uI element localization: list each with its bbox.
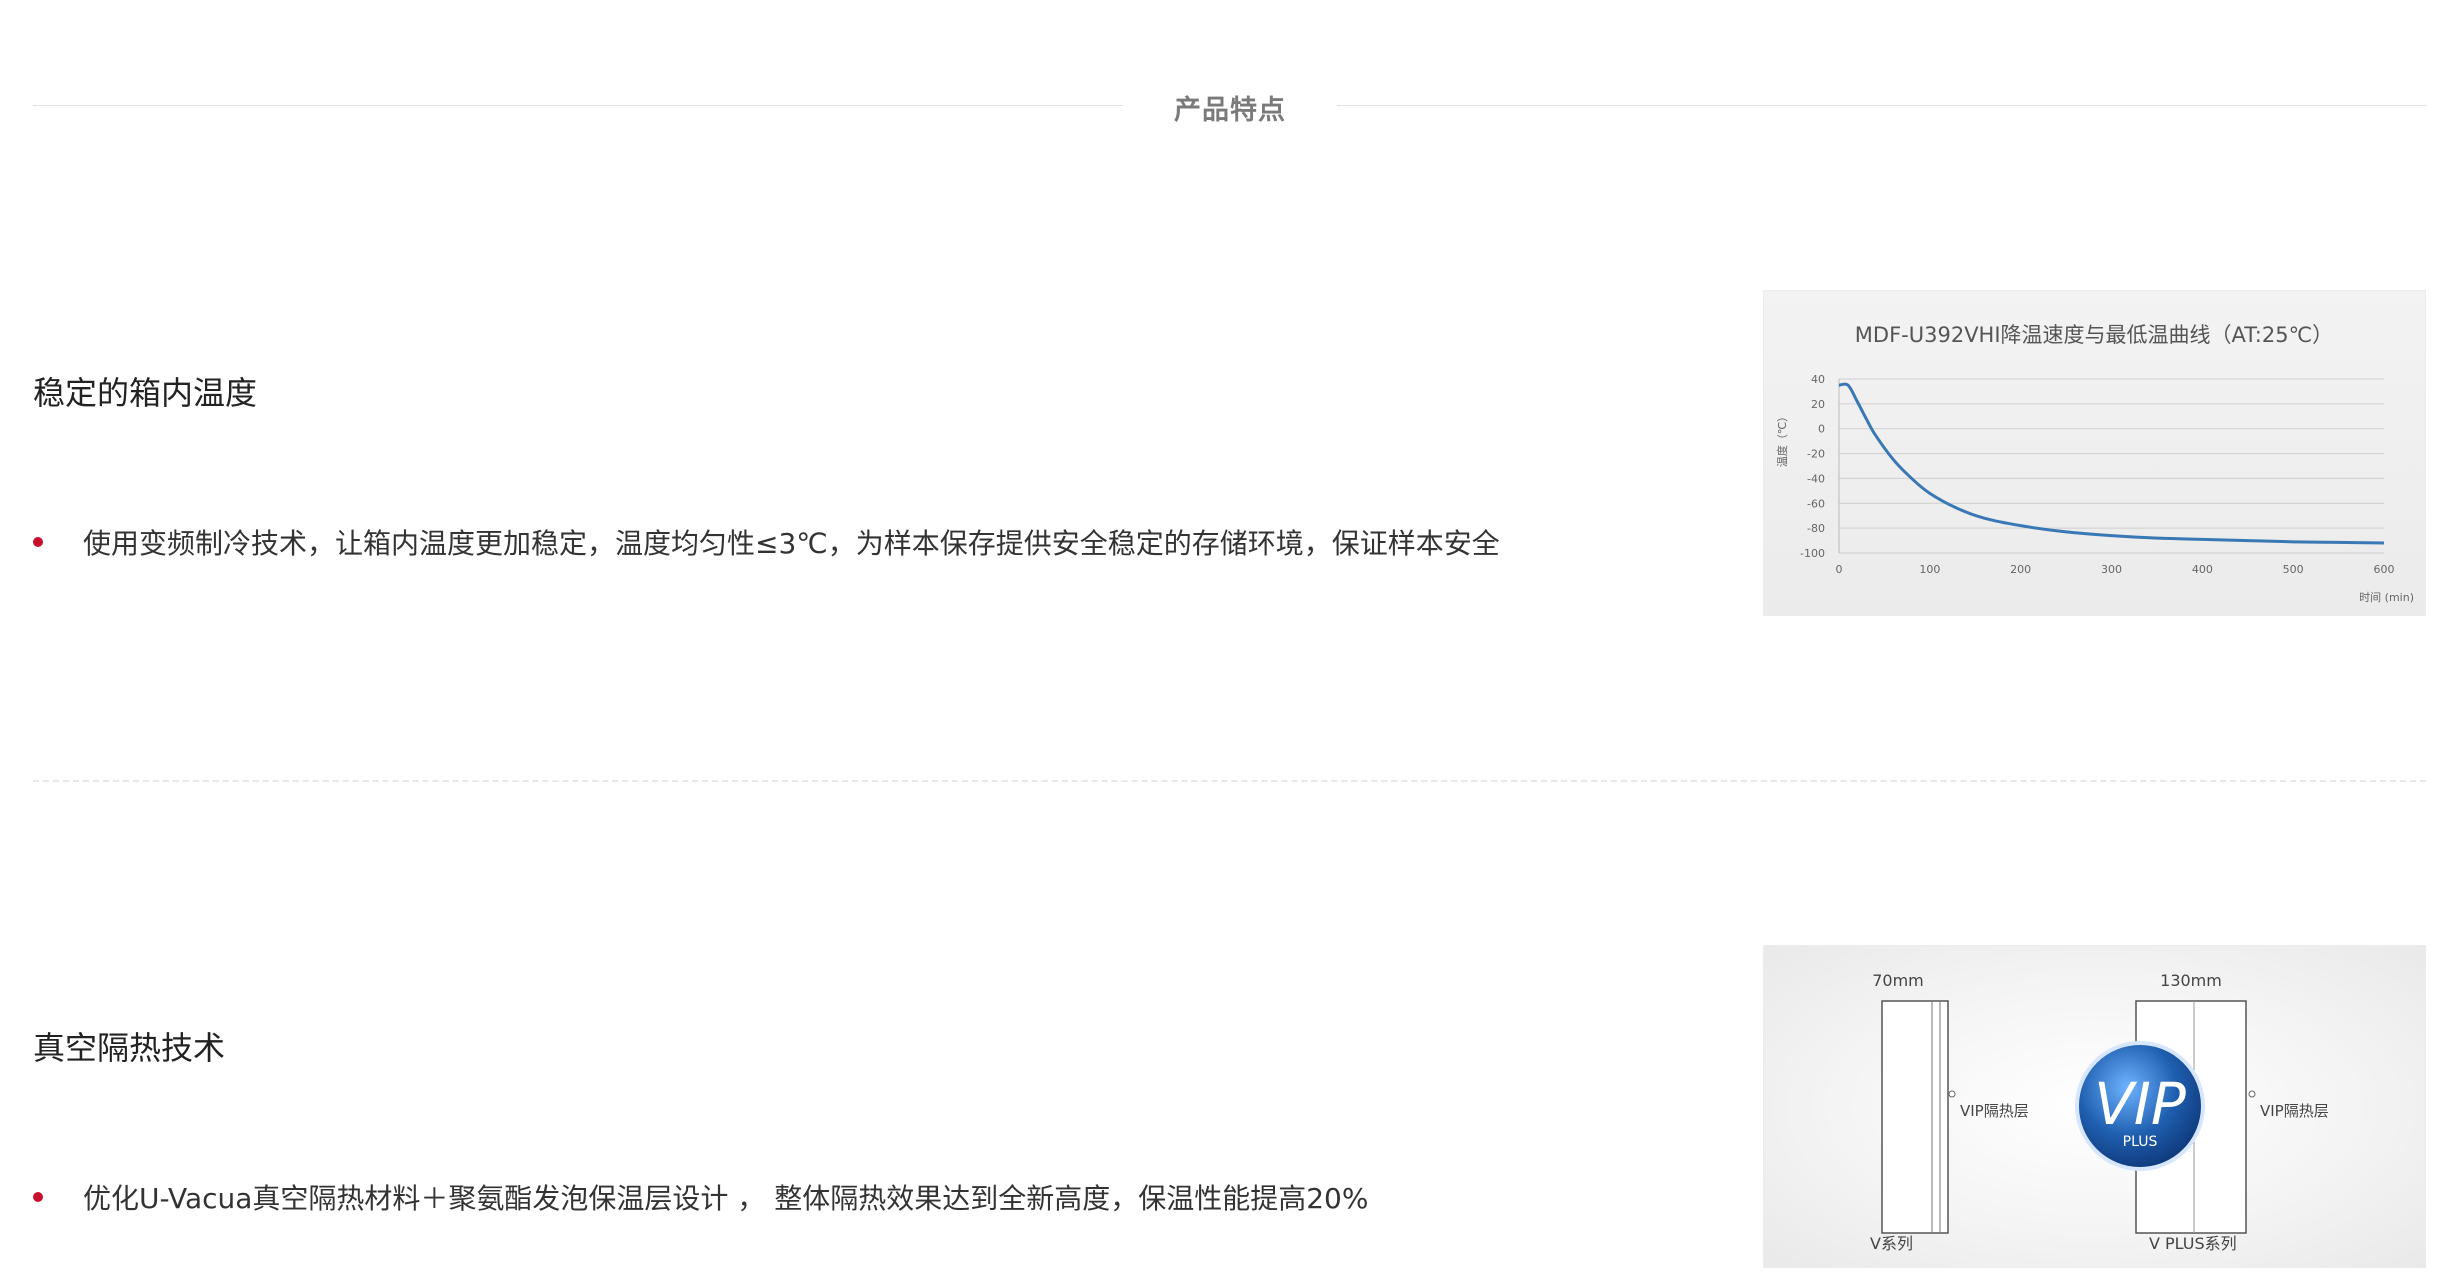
chart-y-ticks: 40 20 0 -20 -40 -60 -80 -100 (1800, 373, 1825, 560)
right-layer-marker (2248, 1090, 2256, 1098)
left-series-label: V系列 (1870, 1234, 1913, 1253)
chart-y-tick-label: -100 (1800, 547, 1825, 560)
left-layer-marker (1948, 1090, 1956, 1098)
chart-ylabel: 温度（℃） (1775, 411, 1789, 467)
right-layer-label: VIP隔热层 (2260, 1102, 2329, 1120)
chart-series-line (1838, 382, 2385, 545)
chart-x-tick-label: 400 (2192, 563, 2213, 576)
feature-vacuum-insulation: 真空隔热技术 优化U-Vacua真空隔热材料＋聚氨酯发泡保温层设计 ， 整体隔热… (33, 945, 2426, 1275)
left-layer-label: VIP隔热层 (1960, 1102, 2029, 1120)
section-divider (33, 780, 2426, 782)
feature-title: 真空隔热技术 (33, 1029, 226, 1067)
chart-y-tick-label: 40 (1811, 373, 1825, 386)
insulation-diagram: 70mm VIP隔热层 V系列 130mm VIP隔热层 V PLUS系列 VI… (1870, 971, 2329, 1253)
vip-plus-badge-icon: VIP PLUS (2075, 1041, 2205, 1171)
feature-bullet-text: 优化U-Vacua真空隔热材料＋聚氨酯发泡保温层设计 ， 整体隔热效果达到全新高… (83, 1182, 1369, 1215)
chart-x-tick-label: 500 (2283, 563, 2304, 576)
cooling-curve-chart: MDF-U392VHI降温速度与最低温曲线（AT:25℃） 温度（℃） 40 20… (1775, 323, 2414, 604)
header-line-left (33, 105, 1123, 106)
header-line-right (1337, 105, 2426, 106)
feature-bullet: 使用变频制冷技术，让箱内温度更加稳定，温度均匀性≤3℃，为样本保存提供安全稳定的… (33, 522, 1500, 562)
chart-x-ticks: 0 100 200 300 400 500 600 (1836, 563, 2395, 576)
left-wall-panel (1881, 1000, 1949, 1234)
chart-y-tick-label: -80 (1807, 522, 1825, 535)
chart-title: MDF-U392VHI降温速度与最低温曲线（AT:25℃） (1855, 323, 2333, 347)
bullet-dot-icon (33, 1192, 43, 1202)
right-series-label: V PLUS系列 (2149, 1234, 2237, 1253)
feature-bullet-text: 使用变频制冷技术，让箱内温度更加稳定，温度均匀性≤3℃，为样本保存提供安全稳定的… (83, 527, 1500, 560)
feature-bullet: 优化U-Vacua真空隔热材料＋聚氨酯发泡保温层设计 ， 整体隔热效果达到全新高… (33, 1177, 1368, 1217)
chart-y-tick-label: -20 (1807, 448, 1825, 461)
section-title: 产品特点 (1174, 95, 1286, 126)
chart-x-tick-label: 200 (2010, 563, 2031, 576)
right-width-label: 130mm (2160, 971, 2222, 990)
badge-main-text: VIP (2094, 1070, 2186, 1138)
feature-title: 稳定的箱内温度 (33, 374, 258, 412)
chart-x-tick-label: 300 (2101, 563, 2122, 576)
chart-y-tick-label: 0 (1818, 423, 1825, 436)
chart-y-tick-label: -60 (1807, 497, 1825, 510)
bullet-dot-icon (33, 537, 43, 547)
badge-sub-text: PLUS (2123, 1134, 2158, 1150)
chart-y-tick-label: -40 (1807, 472, 1825, 485)
section-header: 产品特点 (33, 80, 2426, 130)
chart-y-tick-label: 20 (1811, 398, 1825, 411)
chart-xlabel: 时间 (min) (2359, 591, 2414, 604)
chart-x-tick-label: 600 (2374, 563, 2395, 576)
chart-x-tick-label: 0 (1836, 563, 1843, 576)
feature-stable-temperature: 稳定的箱内温度 使用变频制冷技术，让箱内温度更加稳定，温度均匀性≤3℃，为样本保… (33, 290, 2426, 620)
left-width-label: 70mm (1872, 971, 1924, 990)
chart-grid (1838, 378, 2384, 554)
chart-x-tick-label: 100 (1919, 563, 1940, 576)
cooling-curve-chart-image: MDF-U392VHI降温速度与最低温曲线（AT:25℃） 温度（℃） 40 20… (1763, 290, 2426, 616)
insulation-comparison-image: 70mm VIP隔热层 V系列 130mm VIP隔热层 V PLUS系列 VI… (1763, 945, 2426, 1268)
